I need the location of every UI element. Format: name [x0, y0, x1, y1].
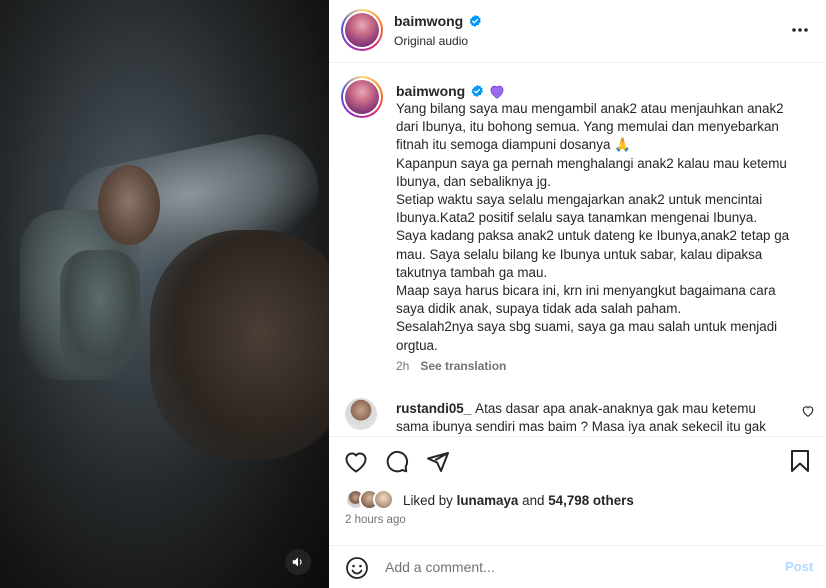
post-actions: Liked by lunamaya and 54,798 others 2 ho… — [329, 436, 826, 554]
verified-badge-icon — [469, 14, 482, 28]
send-icon — [427, 452, 449, 472]
see-translation-button[interactable]: See translation — [420, 359, 506, 373]
audio-label[interactable]: Original audio — [394, 34, 468, 48]
video-frame-adult — [150, 230, 329, 460]
comment-like-heart-icon[interactable] — [801, 404, 815, 418]
video-frame-child-body — [60, 250, 140, 370]
speaker-icon — [292, 557, 302, 567]
liked-by-user[interactable]: lunamaya — [457, 493, 519, 508]
caption-time: 2h — [396, 359, 410, 373]
verified-badge-icon — [471, 84, 484, 98]
comment-button[interactable] — [384, 449, 410, 475]
emoji-icon[interactable] — [345, 556, 369, 580]
audio-toggle-button[interactable] — [285, 549, 311, 575]
heart-icon — [345, 452, 367, 473]
commenter-avatar[interactable] — [345, 398, 377, 430]
liker-avatars[interactable] — [345, 489, 401, 511]
commenter-username[interactable]: rustandi05_ — [396, 401, 471, 416]
post-timestamp[interactable]: 2 hours ago — [345, 514, 406, 526]
author-avatar[interactable] — [341, 9, 383, 51]
purple-heart-icon — [490, 85, 504, 99]
author-username[interactable]: baimwong — [394, 13, 463, 29]
share-button[interactable] — [425, 449, 451, 475]
liker-avatar — [373, 489, 394, 510]
comment-icon — [386, 450, 409, 473]
more-horizontal-icon — [792, 28, 808, 32]
like-button[interactable] — [343, 449, 369, 475]
likes-summary: Liked by lunamaya and 54,798 others — [345, 489, 634, 511]
likes-count[interactable]: 54,798 others — [548, 493, 634, 508]
save-button[interactable] — [789, 449, 815, 475]
caption-section: baimwong Yang bilang saya mau mengambil … — [329, 64, 826, 436]
caption-author-avatar[interactable] — [341, 76, 383, 118]
liked-by-prefix: Liked by — [403, 492, 453, 508]
more-options-button[interactable] — [788, 20, 812, 40]
post-video[interactable] — [0, 0, 329, 588]
post-header: baimwong Original audio — [329, 0, 826, 63]
comment-input[interactable] — [385, 554, 765, 580]
bookmark-icon — [791, 450, 809, 472]
caption-username[interactable]: baimwong — [396, 83, 465, 99]
liked-and-text: and — [522, 492, 545, 508]
video-frame-child-face — [98, 165, 160, 245]
post-details-panel: baimwong Original audio baimwong Yang bi… — [329, 0, 826, 588]
caption-text: Yang bilang saya mau mengambil anak2 ata… — [396, 101, 790, 353]
add-comment-bar: Post — [329, 545, 826, 588]
post-comment-button[interactable]: Post — [785, 559, 813, 574]
comment-item: rustandi05_ Atas dasar apa anak-anaknya g… — [329, 394, 826, 436]
